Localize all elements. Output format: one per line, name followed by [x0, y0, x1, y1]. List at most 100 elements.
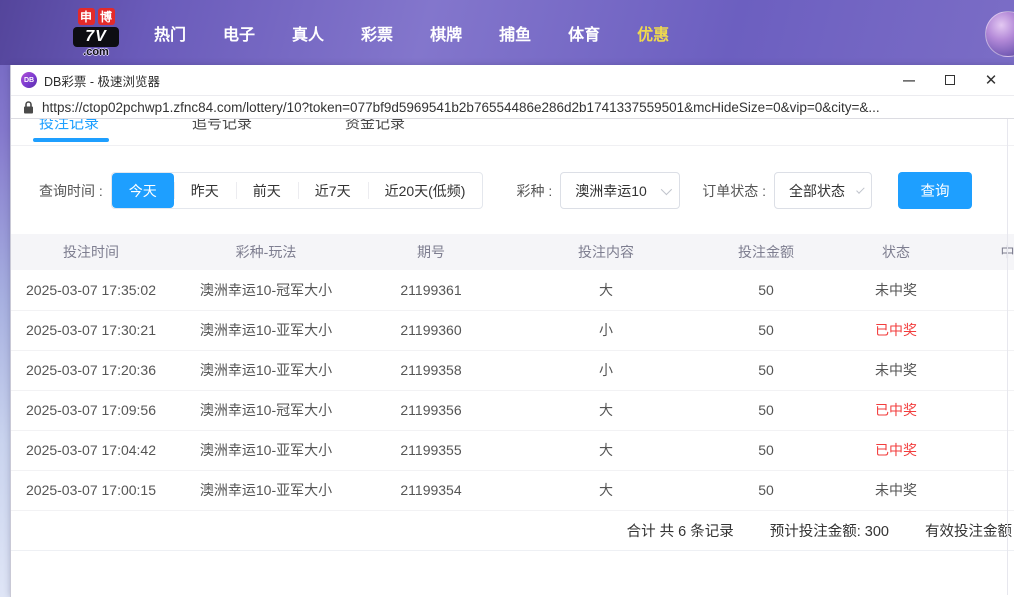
table-header-cell: 状态: [821, 234, 971, 270]
cell-issue-number: 21199356: [361, 390, 501, 430]
cell-status: 已中奖: [821, 430, 971, 470]
close-icon[interactable]: ✕: [984, 73, 998, 87]
cell-bet-time: 2025-03-07 17:09:56: [11, 390, 171, 430]
cell-bet-amount: 50: [711, 390, 821, 430]
cell-bet-time: 2025-03-07 17:04:42: [11, 430, 171, 470]
summary-valid-amount: 有效投注金额: [925, 520, 1012, 541]
cell-status: 已中奖: [821, 390, 971, 430]
nav-item[interactable]: 体育: [568, 21, 600, 45]
nav-item[interactable]: 棋牌: [430, 21, 462, 45]
logo-badge-bo: 博: [98, 8, 115, 25]
cell-bet-amount: 50: [711, 470, 821, 510]
time-option[interactable]: 今天: [112, 173, 174, 208]
table-row: 2025-03-07 17:09:56澳洲幸运10-冠军大小21199356大5…: [11, 390, 1014, 430]
minimize-icon[interactable]: —: [902, 73, 916, 87]
logo-suffix-text: .com: [83, 47, 109, 58]
table-header-row: 投注时间彩种-玩法期号投注内容投注金额状态中奖金额: [11, 234, 1014, 270]
tab[interactable]: 资金记录: [345, 119, 405, 134]
time-option[interactable]: 近20天(低频): [368, 173, 483, 208]
site-top-nav: 申 博 7V .com 热门 电子 真人 彩票 棋牌 捕鱼 体育 优惠: [0, 0, 1014, 65]
time-option[interactable]: 近7天: [298, 173, 368, 208]
table-row: 2025-03-07 17:04:42澳洲幸运10-亚军大小21199355大5…: [11, 430, 1014, 470]
cell-status: 未中奖: [821, 270, 971, 310]
cell-bet-time: 2025-03-07 17:00:15: [11, 470, 171, 510]
bet-records-table: 投注时间彩种-玩法期号投注内容投注金额状态中奖金额 2025-03-07 17:…: [11, 234, 1014, 511]
cell-bet-amount: 50: [711, 310, 821, 350]
nav-item[interactable]: 优惠: [637, 21, 669, 45]
cell-game-play: 澳洲幸运10-亚军大小: [171, 430, 361, 470]
time-filter-group: 今天昨天前天近7天近20天(低频): [111, 172, 484, 209]
table-header-cell: 投注时间: [11, 234, 171, 270]
browser-url-bar[interactable]: https://ctop02pchwp1.zfnc84.com/lottery/…: [11, 95, 1014, 119]
order-status-value: 全部状态: [789, 181, 845, 201]
lottery-select-value: 澳洲幸运10: [575, 181, 647, 201]
browser-favicon: DB: [21, 72, 37, 88]
nav-item[interactable]: 电子: [223, 21, 255, 45]
summary-expected-amount: 预计投注金额: 300: [770, 520, 889, 541]
cell-bet-amount: 50: [711, 430, 821, 470]
nav-item[interactable]: 彩票: [361, 21, 393, 45]
cell-issue-number: 21199354: [361, 470, 501, 510]
cell-bet-time: 2025-03-07 17:35:02: [11, 270, 171, 310]
cell-win-amount: [971, 470, 1014, 510]
nav-item[interactable]: 真人: [292, 21, 324, 45]
window-title: DB彩票 - 极速浏览器: [44, 71, 902, 90]
nav-item[interactable]: 热门: [154, 21, 186, 45]
tab-active[interactable]: 投注记录: [39, 119, 99, 134]
cell-bet-time: 2025-03-07 17:30:21: [11, 310, 171, 350]
cell-status: 未中奖: [821, 470, 971, 510]
user-avatar[interactable]: [985, 11, 1014, 57]
lock-icon: [23, 101, 34, 114]
cell-game-play: 澳洲幸运10-冠军大小: [171, 270, 361, 310]
window-controls: — ✕: [902, 73, 998, 87]
record-tabs: 投注记录 追号记录 资金记录: [11, 119, 1014, 146]
time-option[interactable]: 前天: [236, 173, 298, 208]
table-header-cell: 彩种-玩法: [171, 234, 361, 270]
time-filter-label: 查询时间 :: [39, 181, 103, 201]
nav-item[interactable]: 捕鱼: [499, 21, 531, 45]
logo-main-text: 7V: [73, 27, 119, 47]
order-status-select[interactable]: 全部状态: [774, 172, 872, 209]
cell-bet-amount: 50: [711, 350, 821, 390]
table-header-cell: 期号: [361, 234, 501, 270]
logo-badge-shen: 申: [78, 8, 95, 25]
logo-badges: 申 博: [78, 8, 115, 25]
cell-game-play: 澳洲幸运10-亚军大小: [171, 310, 361, 350]
time-option[interactable]: 昨天: [174, 173, 236, 208]
cell-bet-content: 大: [501, 430, 711, 470]
lottery-filter-label: 彩种 :: [516, 181, 552, 201]
cell-bet-content: 小: [501, 350, 711, 390]
table-body: 2025-03-07 17:35:02澳洲幸运10-冠军大小21199361大5…: [11, 270, 1014, 510]
status-filter-label: 订单状态 :: [702, 181, 766, 201]
cell-bet-content: 小: [501, 310, 711, 350]
active-tab-underline: [33, 138, 109, 142]
search-button[interactable]: 查询: [898, 172, 972, 209]
table-row: 2025-03-07 17:30:21澳洲幸运10-亚军大小21199360小5…: [11, 310, 1014, 350]
browser-window: DB DB彩票 - 极速浏览器 — ✕ https://ctop02pchwp1…: [10, 65, 1014, 597]
cell-bet-amount: 50: [711, 270, 821, 310]
table-row: 2025-03-07 17:20:36澳洲幸运10-亚军大小21199358小5…: [11, 350, 1014, 390]
site-nav-items: 热门 电子 真人 彩票 棋牌 捕鱼 体育 优惠: [154, 21, 669, 45]
cell-win-amount: [971, 310, 1014, 350]
table-header-cell: 投注金额: [711, 234, 821, 270]
cell-status: 未中奖: [821, 350, 971, 390]
cell-bet-time: 2025-03-07 17:20:36: [11, 350, 171, 390]
lottery-select[interactable]: 澳洲幸运10: [560, 172, 680, 209]
filters-bar: 查询时间 : 今天昨天前天近7天近20天(低频) 彩种 : 澳洲幸运10 订单状…: [11, 172, 1014, 209]
cell-game-play: 澳洲幸运10-亚军大小: [171, 470, 361, 510]
site-logo[interactable]: 申 博 7V .com: [68, 8, 124, 58]
maximize-icon[interactable]: [943, 73, 957, 87]
cell-win-amount: [971, 390, 1014, 430]
cell-issue-number: 21199361: [361, 270, 501, 310]
cell-issue-number: 21199358: [361, 350, 501, 390]
table-row: 2025-03-07 17:35:02澳洲幸运10-冠军大小21199361大5…: [11, 270, 1014, 310]
cell-win-amount: [971, 350, 1014, 390]
cell-bet-content: 大: [501, 470, 711, 510]
summary-total-records: 合计 共 6 条记录: [627, 520, 734, 541]
cell-win-amount: [971, 430, 1014, 470]
table-header-cell: 投注内容: [501, 234, 711, 270]
cell-bet-content: 大: [501, 390, 711, 430]
lottery-records-page: 投注记录 追号记录 资金记录 查询时间 : 今天昨天前天近7天近20天(低频) 彩种…: [11, 119, 1014, 595]
table-header-cell: 中奖金额: [971, 234, 1014, 270]
tab[interactable]: 追号记录: [192, 119, 252, 134]
